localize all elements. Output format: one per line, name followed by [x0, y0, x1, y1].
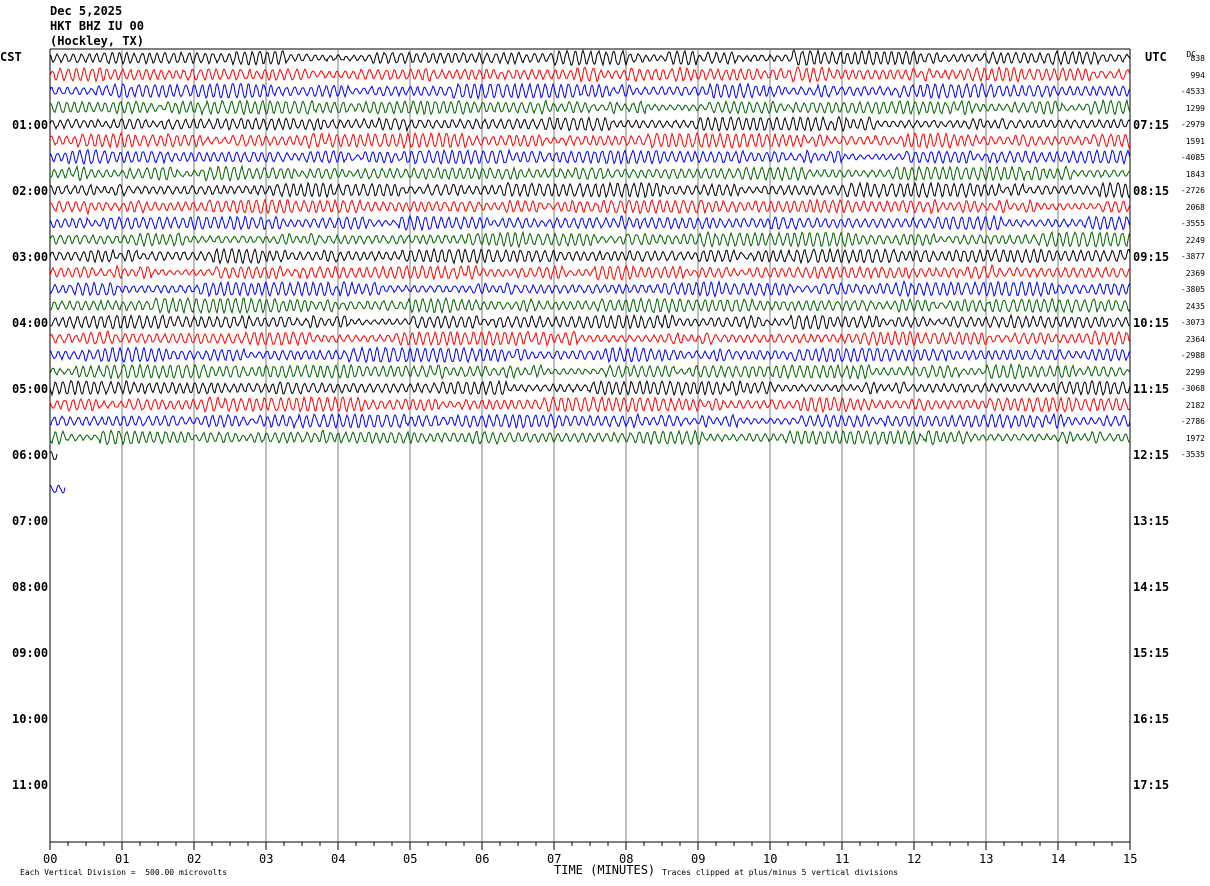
utc-hour-label: 10:15 — [1133, 316, 1170, 330]
partial-trace-line — [49, 484, 66, 494]
cst-hour-label: 06:00 — [12, 448, 49, 462]
utc-hour-label: 17:15 — [1133, 778, 1170, 792]
trace-line — [49, 98, 1131, 117]
seismogram-plot — [49, 48, 1131, 850]
seismic-traces — [49, 48, 1131, 494]
dc-offset-value: 2299 — [1185, 367, 1205, 377]
trace-line — [49, 362, 1131, 380]
trace-line — [49, 263, 1131, 281]
dc-offset-value: 1299 — [1185, 103, 1205, 113]
cst-hour-label: 01:00 — [12, 118, 49, 132]
trace-line — [49, 148, 1131, 166]
dc-offset-value: -2726 — [1180, 186, 1205, 195]
trace-line — [49, 164, 1131, 183]
x-axis-title: TIME (MINUTES) — [554, 863, 656, 877]
utc-hour-label: 07:15 — [1133, 118, 1170, 132]
cst-hour-label: 11:00 — [12, 778, 49, 792]
utc-hour-label: 12:15 — [1133, 448, 1170, 462]
cst-hour-label: 08:00 — [12, 580, 49, 594]
trace-line — [49, 428, 1131, 446]
trace-line — [49, 181, 1131, 199]
dc-offset-value: 2182 — [1185, 400, 1205, 410]
dc-offset-value: -4085 — [1180, 153, 1205, 162]
dc-offset-value: -4533 — [1180, 87, 1205, 96]
trace-line — [49, 115, 1131, 133]
x-tick-label: 03 — [259, 852, 274, 866]
x-tick-label: 04 — [331, 852, 346, 866]
dc-offset-value: -2988 — [1180, 351, 1205, 360]
trace-line — [49, 329, 1131, 348]
x-tick-label: 01 — [115, 852, 130, 866]
trace-line — [49, 395, 1131, 414]
trace-line — [49, 82, 1131, 101]
trace-line — [49, 379, 1131, 397]
trace-line — [49, 247, 1131, 266]
utc-hour-label: 13:15 — [1133, 514, 1170, 528]
dc-offset-value: 2435 — [1185, 301, 1205, 311]
x-tick-label: 11 — [835, 852, 850, 866]
x-tick-label: 13 — [979, 852, 994, 866]
x-tick-label: 02 — [187, 852, 202, 866]
cst-hour-label: 07:00 — [12, 514, 49, 528]
cst-hour-label: 03:00 — [12, 250, 49, 264]
scale-note: Each Vertical Division = 500.00 microvol… — [20, 868, 228, 877]
dc-offset-value: 2364 — [1185, 334, 1205, 344]
x-tick-label: 12 — [907, 852, 922, 866]
trace-line — [49, 296, 1131, 315]
cst-hour-label: 10:00 — [12, 712, 49, 726]
trace-line — [49, 131, 1131, 150]
x-tick-label: 09 — [691, 852, 706, 866]
dc-offset-value: 994 — [1190, 70, 1205, 80]
utc-hour-label: 09:15 — [1133, 250, 1170, 264]
utc-hour-label: 11:15 — [1133, 382, 1170, 396]
dc-offset-value: -2979 — [1180, 120, 1205, 129]
x-tick-label: 14 — [1051, 852, 1066, 866]
dc-offset-value: 1591 — [1185, 136, 1205, 146]
dc-offset-value: -3068 — [1180, 384, 1205, 393]
dc-offset-value: -3877 — [1180, 252, 1205, 261]
cst-hour-label: 05:00 — [12, 382, 49, 396]
dc-offset-value: -3073 — [1180, 318, 1205, 327]
trace-line — [49, 230, 1131, 249]
utc-hour-label: 15:15 — [1133, 646, 1170, 660]
trace-line — [49, 65, 1131, 84]
cst-hour-label: 09:00 — [12, 646, 49, 660]
trace-line — [49, 279, 1131, 298]
cst-hour-label: 04:00 — [12, 316, 49, 330]
x-tick-label: 10 — [763, 852, 778, 866]
dc-offset-value: -3805 — [1180, 285, 1205, 294]
dc-offset-value: 2068 — [1185, 202, 1205, 212]
trace-line — [49, 345, 1131, 364]
trace-line — [49, 198, 1131, 216]
dc-offset-value: -3555 — [1180, 219, 1205, 228]
x-tick-label: 15 — [1123, 852, 1138, 866]
dc-offset-value: 2249 — [1185, 235, 1205, 245]
utc-hour-label: 14:15 — [1133, 580, 1170, 594]
trace-line — [49, 313, 1131, 331]
x-tick-label: 05 — [403, 852, 418, 866]
trace-line — [49, 214, 1131, 232]
partial-trace-line — [49, 451, 58, 460]
dc-offset-value: -3535 — [1180, 450, 1205, 459]
dc-offset-value: 1972 — [1185, 433, 1205, 443]
trace-line — [49, 412, 1131, 430]
dc-offset-value: 1843 — [1185, 169, 1205, 179]
dc-offset-value: 838 — [1190, 54, 1205, 63]
cst-hour-label: 02:00 — [12, 184, 49, 198]
dc-offset-value: -2786 — [1180, 417, 1205, 426]
x-tick-label: 06 — [475, 852, 490, 866]
x-tick-label: 00 — [43, 852, 58, 866]
dc-offset-value: 2369 — [1185, 268, 1205, 278]
clip-note: Traces clipped at plus/minus 5 vertical … — [662, 868, 899, 877]
x-axis-ticks — [49, 842, 1131, 850]
utc-hour-label: 08:15 — [1133, 184, 1170, 198]
trace-line — [49, 48, 1131, 67]
time-gridlines — [49, 48, 1131, 843]
utc-hour-label: 16:15 — [1133, 712, 1170, 726]
